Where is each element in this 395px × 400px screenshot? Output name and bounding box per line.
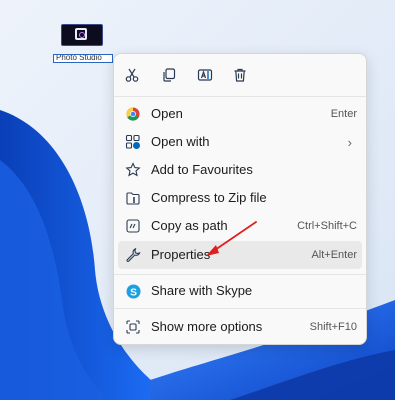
menu-item-copy-as-path[interactable]: Copy as path Ctrl+Shift+C bbox=[118, 212, 362, 240]
menu-divider bbox=[114, 308, 366, 309]
skype-icon: S bbox=[125, 283, 141, 299]
menu-divider bbox=[114, 96, 366, 97]
copy-icon bbox=[163, 68, 176, 82]
menu-item-share-skype[interactable]: S Share with Skype bbox=[118, 277, 362, 305]
rename-button[interactable] bbox=[194, 64, 216, 86]
menu-divider bbox=[114, 274, 366, 275]
menu-item-properties[interactable]: Properties Alt+Enter bbox=[118, 241, 362, 269]
zip-icon bbox=[125, 190, 141, 206]
menu-item-add-to-favourites[interactable]: Add to Favourites bbox=[118, 156, 362, 184]
copy-path-icon bbox=[125, 218, 141, 234]
desktop-app-icon[interactable] bbox=[61, 24, 103, 46]
copy-button[interactable] bbox=[158, 64, 180, 86]
chrome-icon bbox=[125, 106, 141, 122]
menu-item-open-with[interactable]: Open with › bbox=[118, 128, 362, 156]
delete-button[interactable] bbox=[229, 64, 251, 86]
context-menu-toolbar bbox=[114, 54, 366, 94]
context-menu: Open Enter Open with › Add to Favourites bbox=[113, 53, 367, 345]
more-options-icon bbox=[125, 319, 141, 335]
cut-icon bbox=[125, 68, 139, 82]
app-glyph-icon bbox=[75, 28, 87, 40]
chevron-right-icon: › bbox=[347, 135, 352, 150]
desktop-icon-label[interactable]: Photo Studio bbox=[53, 54, 113, 63]
menu-item-show-more-options[interactable]: Show more options Shift+F10 bbox=[118, 313, 362, 341]
menu-item-open[interactable]: Open Enter bbox=[118, 100, 362, 128]
rename-icon bbox=[197, 69, 213, 81]
open-with-icon bbox=[125, 134, 141, 150]
wrench-icon bbox=[125, 247, 141, 263]
cut-button[interactable] bbox=[121, 64, 143, 86]
delete-icon bbox=[234, 68, 246, 82]
star-icon bbox=[125, 162, 141, 178]
menu-item-compress-zip[interactable]: Compress to Zip file bbox=[118, 184, 362, 212]
svg-text:S: S bbox=[130, 287, 137, 298]
